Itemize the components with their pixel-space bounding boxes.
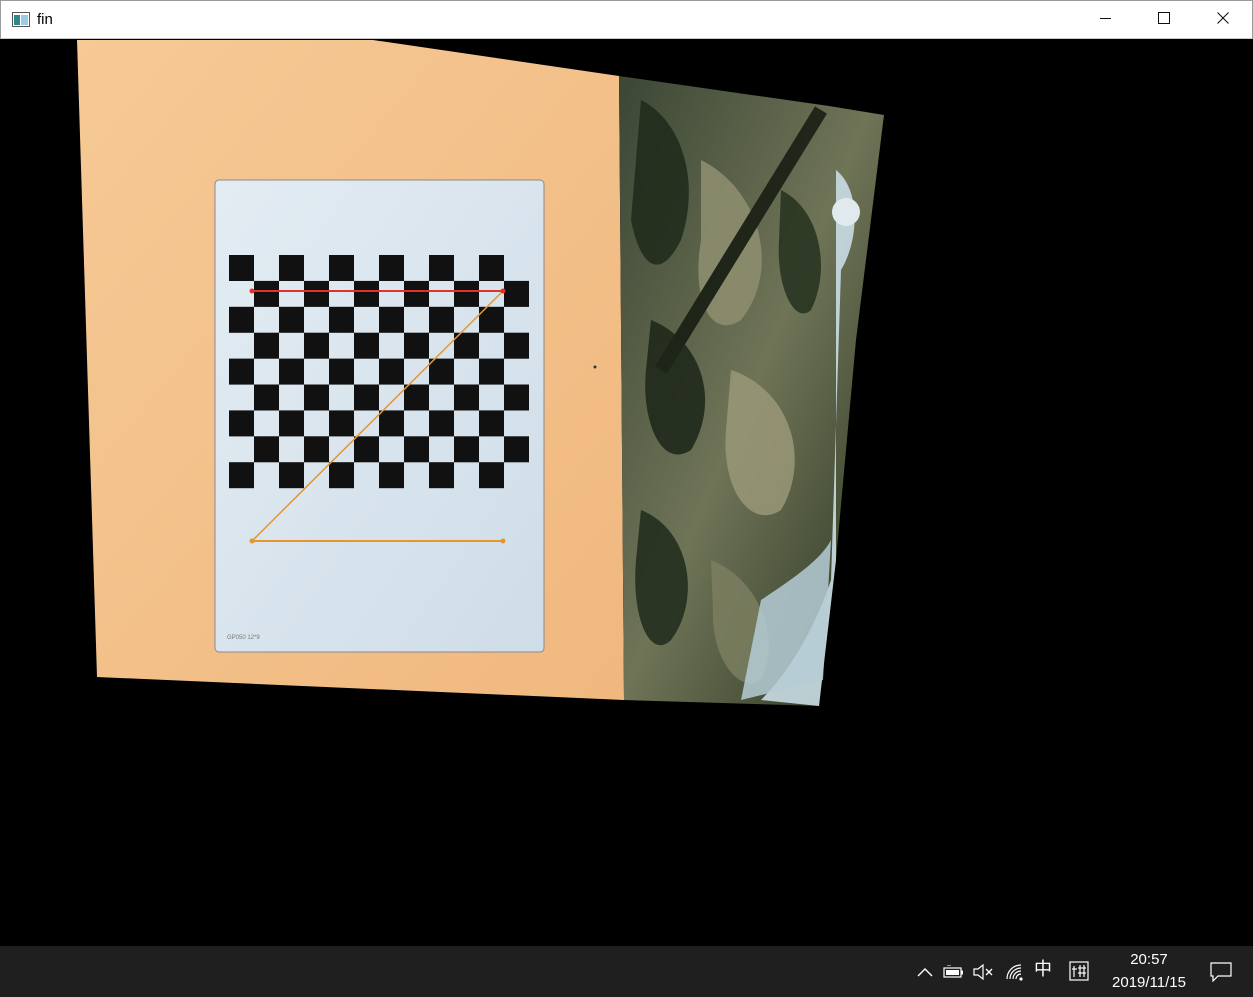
checker-square [479,410,504,437]
checker-square [379,462,404,489]
checker-square [254,384,279,411]
checker-square [404,280,429,307]
corner-marker-top-right [500,288,506,294]
checker-square [479,255,504,281]
checker-square [429,410,454,437]
paper-caption: GP050 12*9 [227,635,260,641]
checker-square [504,384,529,411]
minimize-icon [1100,11,1112,29]
checker-square [229,410,254,437]
white-knob [832,198,860,226]
checker-square [379,255,404,281]
clock-date[interactable]: 2019/11/15 [1104,973,1194,993]
corner-marker-top-left [249,288,255,294]
checker-square [429,462,454,489]
maximize-icon [1158,11,1170,29]
minimize-button[interactable] [1077,1,1135,39]
checker-square [379,410,404,437]
checker-square [379,306,404,333]
checker-square [354,332,379,359]
checker-square [229,462,254,489]
corner-marker-bottom-left [249,538,255,544]
checker-square [354,384,379,411]
checker-square [429,306,454,333]
taskbar: 中 20:57 2019/11/15 [0,946,1253,997]
checker-square [504,280,529,307]
cardboard-spot [593,365,597,369]
checker-square [304,436,329,463]
checker-square [354,280,379,307]
window-title: fin [37,11,53,28]
checker-square [279,255,304,281]
checker-square [329,255,354,281]
checker-square [254,436,279,463]
maximize-button[interactable] [1135,1,1193,39]
checker-square [454,384,479,411]
checker-square [254,332,279,359]
checker-square [304,384,329,411]
ime-pinyin-icon[interactable] [1068,960,1090,982]
checker-square [379,358,404,385]
wifi-icon[interactable] [1004,960,1026,984]
image-canvas: GP050 12*9 [1,40,1252,946]
checker-square [254,280,279,307]
app-window-icon [12,12,30,27]
checker-square [329,306,354,333]
action-center-icon[interactable] [1209,960,1233,984]
checker-square [354,436,379,463]
close-button[interactable] [1194,1,1252,39]
volume-muted-icon[interactable] [972,960,996,984]
checker-square [229,358,254,385]
checker-square [504,436,529,463]
checker-square [329,410,354,437]
checker-square [279,410,304,437]
checker-square [479,462,504,489]
clock-time[interactable]: 20:57 [1104,950,1194,970]
checker-square [279,358,304,385]
checker-square [229,255,254,281]
checker-square [304,332,329,359]
checker-square [404,436,429,463]
checker-square [279,462,304,489]
checker-square [429,255,454,281]
app-window: fin GP050 12*9 [0,0,1253,946]
checker-square [304,280,329,307]
close-icon [1217,11,1229,29]
title-bar[interactable]: fin [0,0,1253,39]
checker-square [329,462,354,489]
checker-square [279,306,304,333]
checker-square [454,280,479,307]
checker-square [429,358,454,385]
corner-marker-bottom-right [500,538,506,544]
checker-square [504,332,529,359]
ime-language-indicator[interactable]: 中 [1031,958,1055,982]
checker-square [329,358,354,385]
warped-camera-image: GP050 12*9 [77,40,884,706]
checker-square [404,384,429,411]
chevron-up-icon[interactable] [914,960,936,984]
checker-square [479,358,504,385]
battery-icon[interactable] [943,960,965,984]
checker-square [404,332,429,359]
checker-square [454,436,479,463]
checker-square [229,306,254,333]
